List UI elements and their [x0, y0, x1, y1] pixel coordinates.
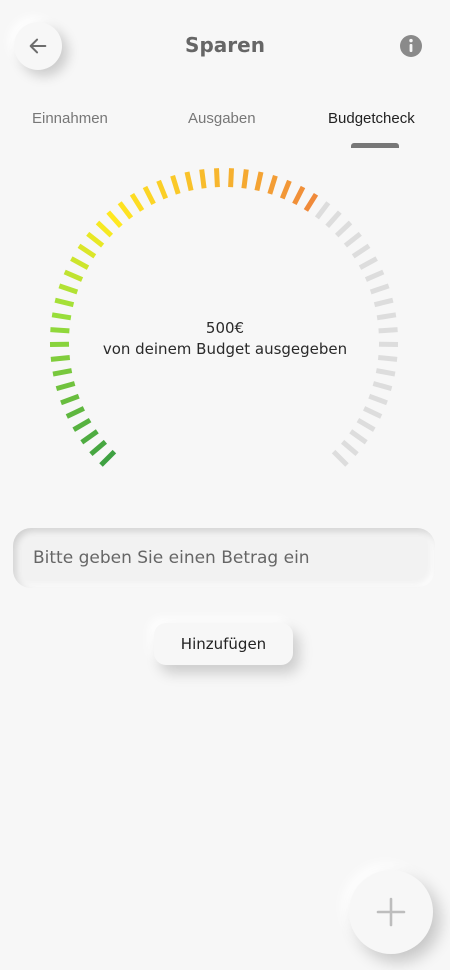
gauge-segment-filled	[117, 201, 134, 220]
gauge-segment-empty	[349, 429, 368, 445]
gauge-segment-filled	[89, 439, 108, 457]
gauge-segment-filled	[214, 168, 220, 188]
gauge-segment-filled	[70, 256, 90, 270]
gauge-segment-filled	[52, 368, 73, 377]
gauge-segment-empty	[373, 297, 394, 308]
gauge-segment-filled	[241, 169, 249, 189]
gauge-segment-empty	[314, 201, 331, 220]
gauge-segment-filled	[60, 393, 80, 406]
tab-ausgaben[interactable]: Ausgaben	[188, 110, 256, 127]
gauge-segment-filled	[80, 429, 99, 445]
gauge-segment-filled	[86, 231, 105, 248]
gauge-segment-empty	[358, 256, 378, 270]
tab-budgetcheck[interactable]: Budgetcheck	[328, 110, 415, 127]
gauge-segment-filled	[55, 381, 76, 392]
gauge-segment-filled	[199, 169, 207, 189]
gauge-segment-empty	[356, 417, 376, 432]
tab-einnahmen[interactable]: Einnahmen	[32, 110, 108, 127]
gauge-segment-filled	[292, 185, 306, 206]
gauge-segment-filled	[228, 168, 234, 188]
add-button[interactable]: Hinzufügen	[154, 623, 293, 665]
gauge-segment-filled	[58, 283, 79, 295]
gauge-segment-empty	[325, 210, 342, 228]
plus-icon	[376, 897, 406, 927]
gauge-segment-filled	[267, 175, 278, 195]
info-button[interactable]	[399, 34, 423, 58]
gauge-segment-filled	[142, 185, 156, 206]
gauge-segment-filled	[129, 192, 145, 212]
gauge-segment-empty	[331, 449, 349, 467]
gauge-segment-filled	[156, 179, 169, 200]
gauge-segment-filled	[184, 171, 194, 192]
gauge-segment-empty	[369, 283, 390, 295]
gauge-segment-empty	[368, 393, 388, 406]
gauge-segment-filled	[63, 269, 84, 282]
gauge-segment-filled	[77, 243, 97, 259]
gauge-segment-filled	[99, 449, 117, 467]
budget-gauge	[49, 168, 399, 467]
gauge-segment-empty	[363, 406, 383, 419]
gauge-segment-filled	[303, 192, 319, 212]
amount-input[interactable]	[13, 528, 435, 588]
gauge-segment-filled	[95, 220, 114, 238]
gauge-segment-empty	[372, 381, 393, 392]
gauge-segment-filled	[254, 171, 264, 192]
gauge-segment-empty	[340, 439, 359, 457]
gauge-segment-empty	[375, 368, 396, 377]
gauge-segment-filled	[54, 297, 75, 308]
gauge-segment-filled	[106, 210, 123, 228]
budget-summary: 500€ von deinem Budget ausgegeben	[0, 318, 450, 360]
gauge-segment-empty	[334, 220, 353, 238]
gauge-segment-filled	[72, 417, 92, 432]
gauge-segment-filled	[279, 179, 292, 200]
gauge-segment-empty	[343, 231, 362, 248]
gauge-segment-filled	[170, 175, 181, 195]
budget-amount: 500€	[205, 319, 245, 337]
add-entry-fab[interactable]	[349, 870, 433, 954]
gauge-segment-empty	[364, 269, 385, 282]
info-circle-icon	[400, 35, 422, 57]
budget-caption: von deinem Budget ausgegeben	[102, 340, 348, 358]
gauge-segment-empty	[351, 243, 371, 259]
page-title: Sparen	[185, 33, 265, 57]
gauge-segment-filled	[65, 406, 85, 419]
active-tab-indicator	[351, 143, 399, 148]
